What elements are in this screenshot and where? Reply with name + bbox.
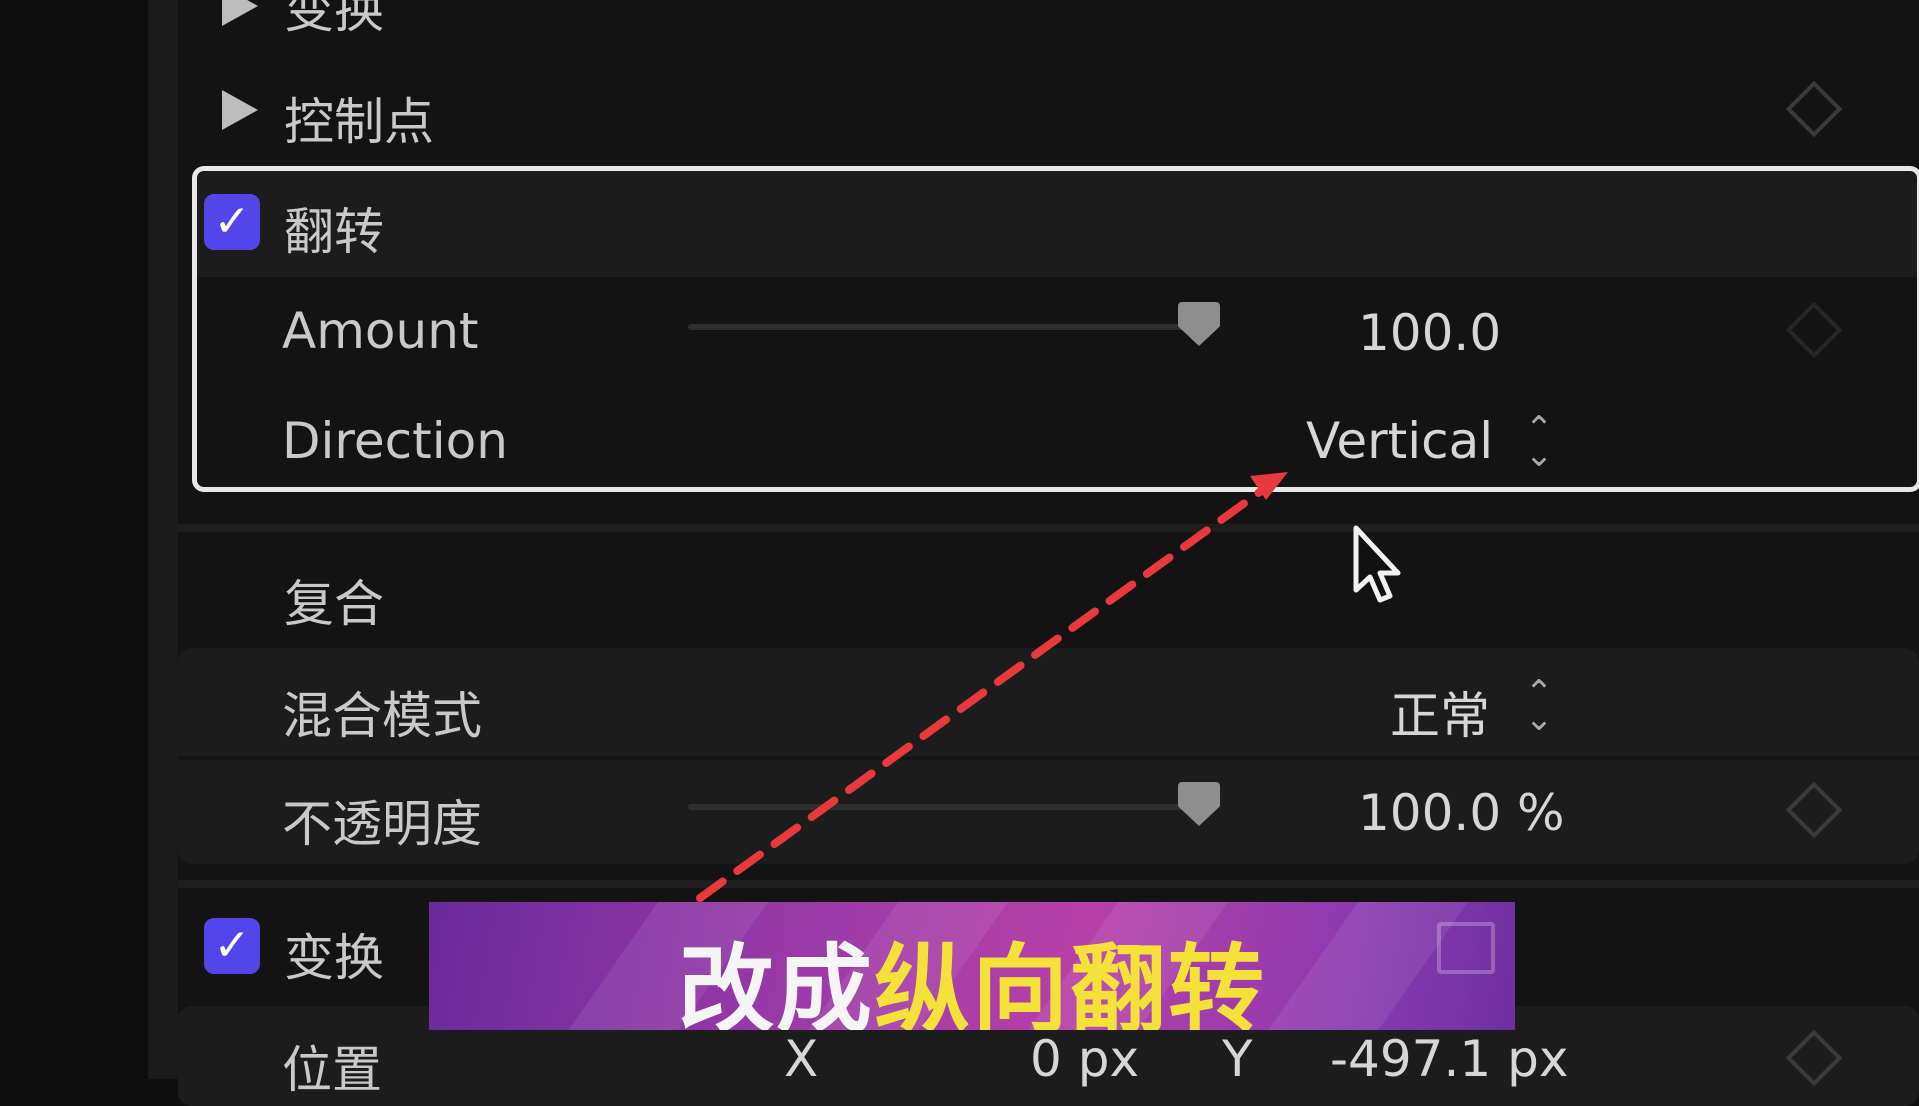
opacity-label: 不透明度 bbox=[282, 795, 482, 853]
opacity-value[interactable]: 100.0 % bbox=[1358, 784, 1565, 842]
position-y-label: Y bbox=[1222, 1030, 1253, 1088]
panel-divider[interactable] bbox=[148, 0, 178, 1079]
direction-value[interactable]: Vertical bbox=[1306, 412, 1493, 470]
amount-slider-track[interactable] bbox=[688, 324, 1218, 330]
blend-mode-label: 混合模式 bbox=[282, 687, 482, 745]
caption-text: 改成纵向翻转 bbox=[429, 912, 1515, 1030]
amount-value[interactable]: 100.0 bbox=[1358, 304, 1501, 362]
transform-top-label: 变换 bbox=[284, 0, 384, 39]
left-panel bbox=[0, 0, 148, 1079]
transform-title: 变换 bbox=[284, 929, 384, 987]
blend-mode-stepper-icon[interactable]: ⌃ ⌄ bbox=[1524, 676, 1554, 736]
amount-label: Amount bbox=[282, 302, 479, 360]
caption-part-yellow: 纵向翻转 bbox=[874, 934, 1266, 1030]
opacity-slider-track[interactable] bbox=[688, 804, 1218, 810]
transform-enable-checkbox[interactable]: ✓ bbox=[204, 918, 260, 974]
control-points-label[interactable]: 控制点 bbox=[284, 82, 434, 154]
control-points-disclosure-icon[interactable] bbox=[222, 90, 258, 130]
flip-enable-checkbox[interactable]: ✓ bbox=[204, 194, 260, 250]
row-divider bbox=[178, 756, 1919, 760]
section-separator bbox=[178, 524, 1919, 532]
flip-title: 翻转 bbox=[284, 203, 384, 261]
composite-title: 复合 bbox=[284, 575, 384, 633]
section-separator bbox=[178, 880, 1919, 888]
position-label: 位置 bbox=[282, 1041, 382, 1099]
direction-label: Direction bbox=[282, 412, 508, 470]
direction-stepper-icon[interactable]: ⌃ ⌄ bbox=[1524, 412, 1554, 472]
position-y-value[interactable]: -497.1 px bbox=[1330, 1030, 1568, 1088]
caption-banner: 改成纵向翻转 bbox=[429, 902, 1515, 1030]
position-x-label: X bbox=[784, 1030, 819, 1088]
position-x-value[interactable]: 0 px bbox=[1030, 1030, 1139, 1088]
caption-part-white: 改成 bbox=[678, 934, 874, 1030]
mouse-cursor-icon bbox=[1353, 525, 1401, 603]
disclosure-triangle-icon[interactable] bbox=[222, 0, 258, 26]
blend-mode-value[interactable]: 正常 bbox=[1390, 676, 1490, 748]
